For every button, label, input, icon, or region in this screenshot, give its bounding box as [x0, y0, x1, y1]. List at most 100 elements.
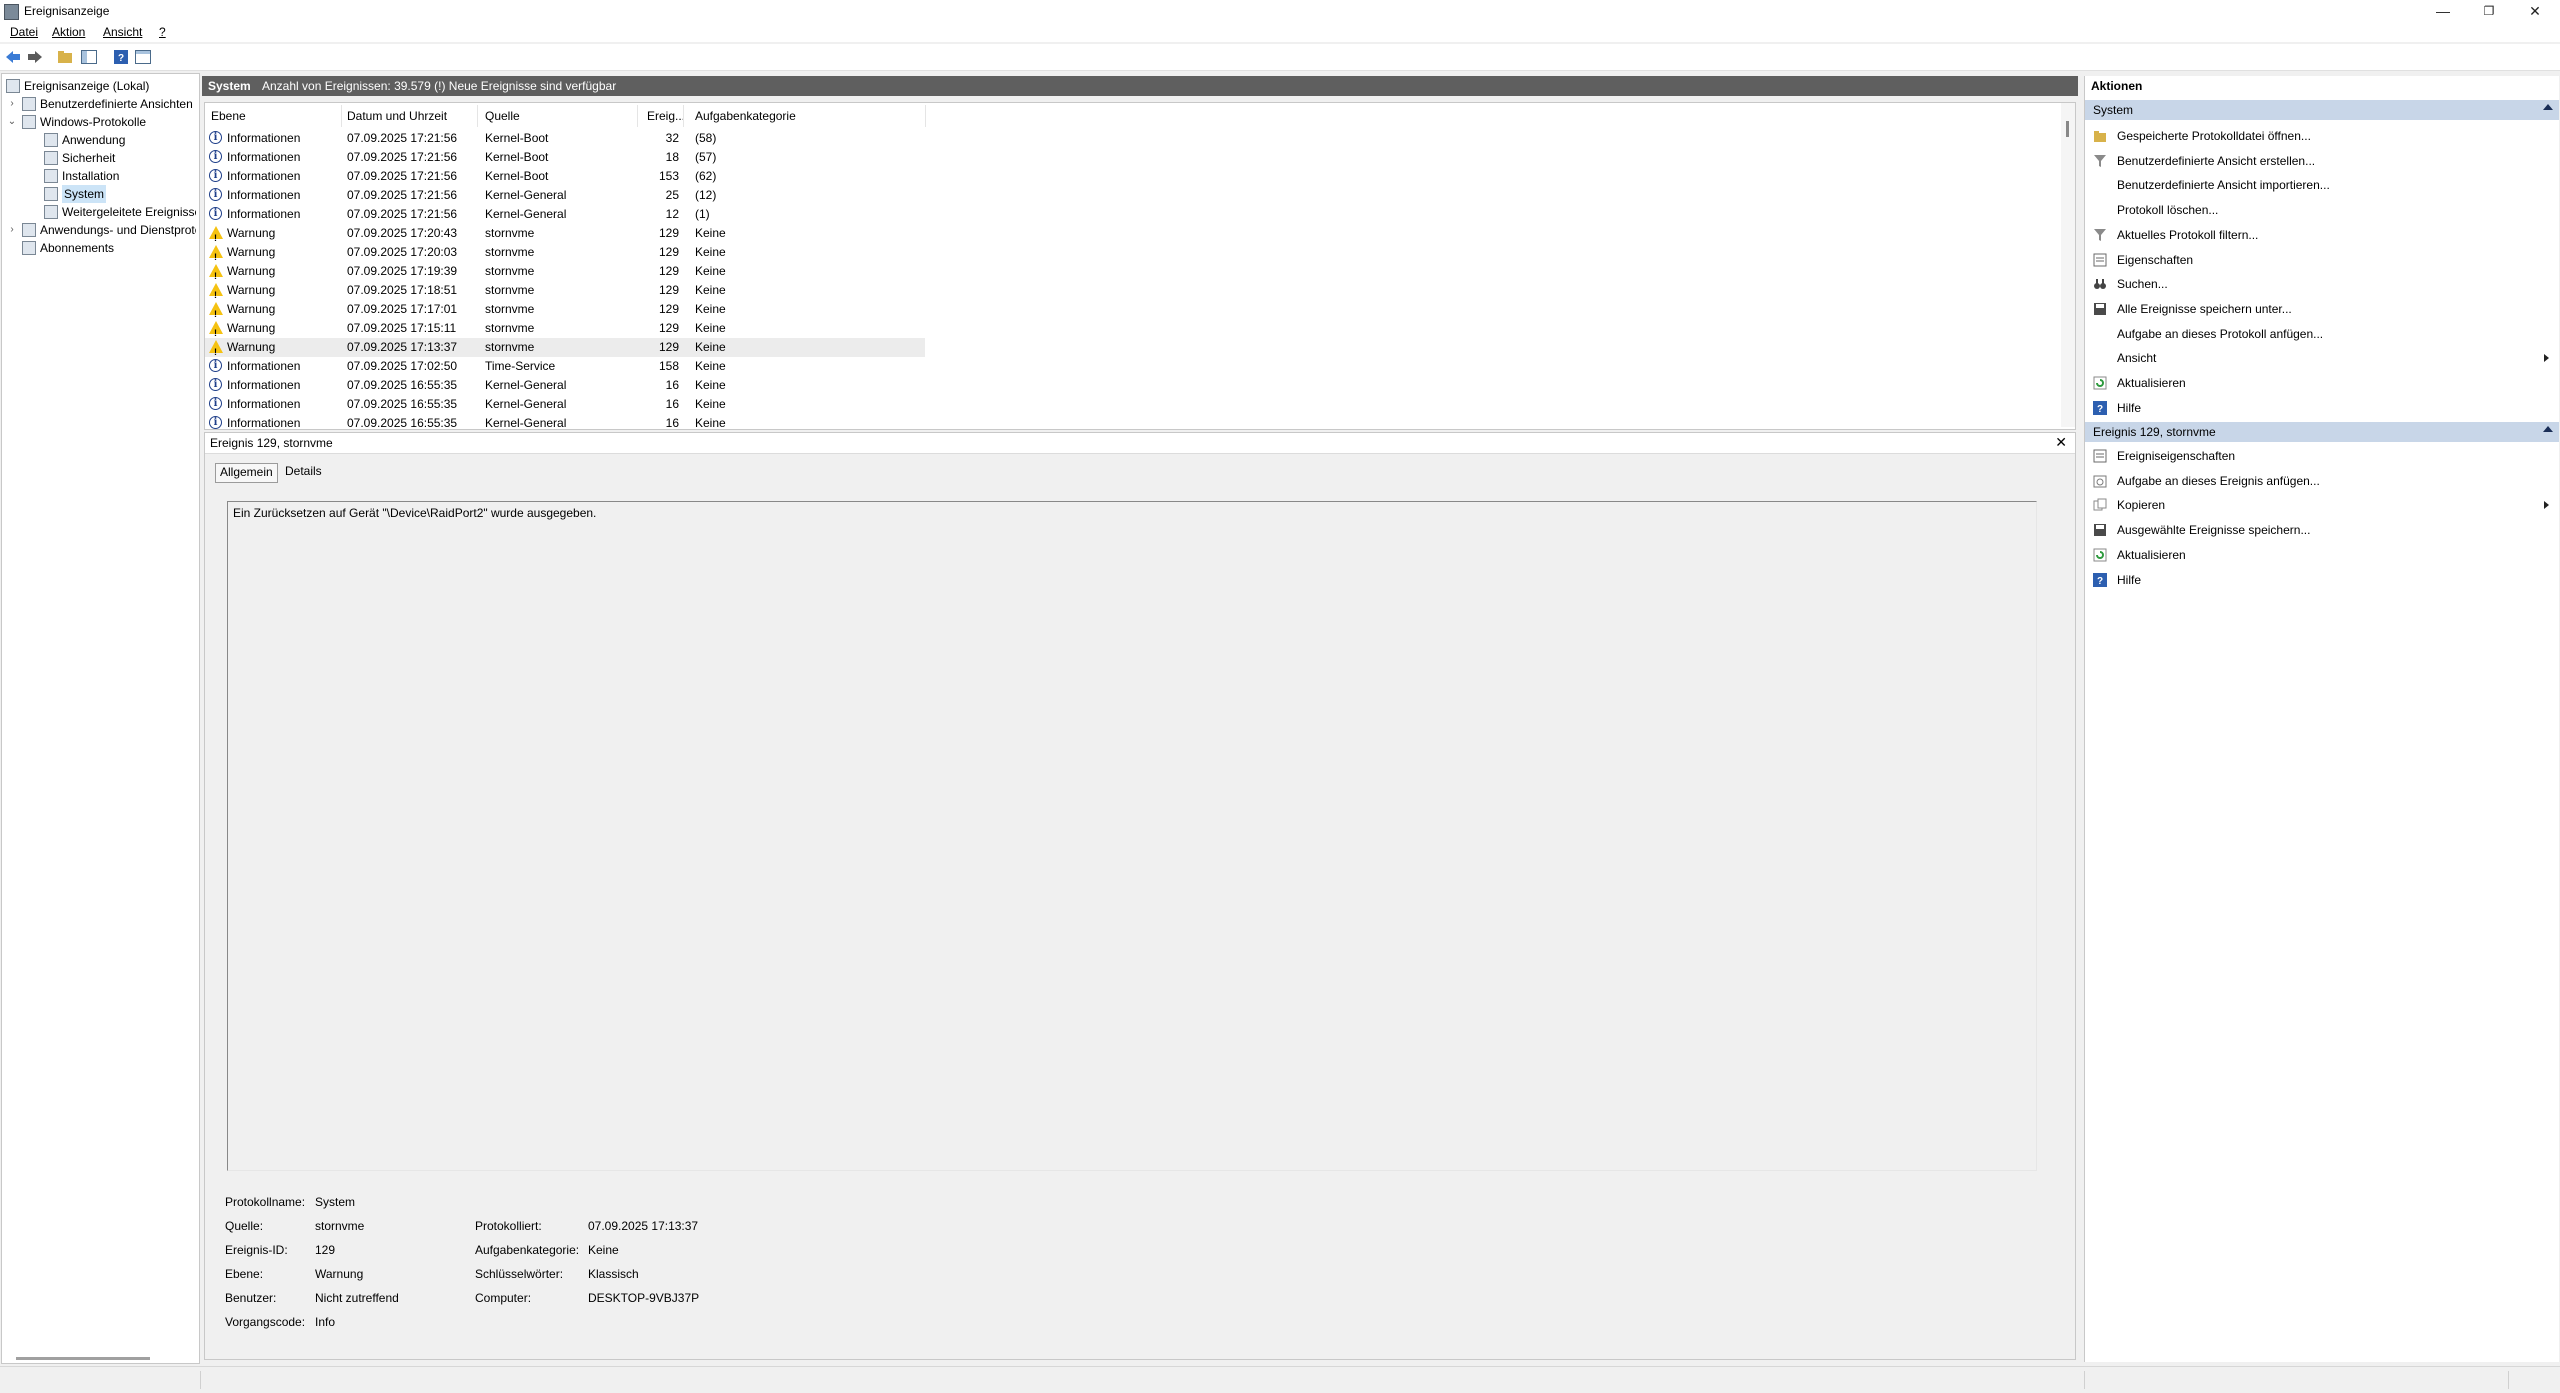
- action-item[interactable]: Kopieren: [2085, 495, 2559, 515]
- menu-help[interactable]: ?: [159, 25, 166, 39]
- event-row[interactable]: i Informationen 07.09.2025 17:02:50 Time-Se…: [205, 357, 925, 376]
- action-item[interactable]: Protokoll löschen...: [2085, 200, 2559, 220]
- action-item[interactable]: Benutzerdefinierte Ansicht erstellen...: [2085, 151, 2559, 171]
- tree-item-installation[interactable]: Installation: [44, 167, 119, 185]
- event-row[interactable]: ! Warnung 07.09.2025 17:20:43 stornvme 129 Ke…: [205, 224, 925, 243]
- action-item[interactable]: Aktuelles Protokoll filtern...: [2085, 225, 2559, 245]
- event-id: 129: [658, 245, 679, 259]
- event-level: Informationen: [227, 169, 301, 183]
- tree-item-anwendung[interactable]: Anwendung: [44, 131, 125, 149]
- event-row[interactable]: ! Warnung 07.09.2025 17:13:37 stornvme 129 Ke…: [205, 338, 925, 357]
- collapse-icon[interactable]: [2543, 104, 2553, 110]
- help-icon[interactable]: ?: [112, 48, 130, 66]
- detail-close-icon[interactable]: ✕: [2055, 434, 2067, 451]
- event-row[interactable]: i Informationen 07.09.2025 16:55:35 Kernel-…: [205, 395, 925, 414]
- up-folder-icon[interactable]: [56, 48, 74, 66]
- help-icon: ?: [2093, 572, 2107, 587]
- event-row[interactable]: ! Warnung 07.09.2025 17:20:03 stornvme 129 Ke…: [205, 243, 925, 262]
- collapse-icon[interactable]: [2543, 426, 2553, 432]
- column-header-event-id[interactable]: Ereig...: [647, 109, 685, 123]
- event-row[interactable]: i Informationen 07.09.2025 16:55:35 Kernel-…: [205, 414, 925, 430]
- action-label: Hilfe: [2117, 400, 2142, 415]
- column-header-task-category[interactable]: Aufgabenkategorie: [695, 109, 796, 123]
- action-item[interactable]: Benutzerdefinierte Ansicht importieren..…: [2085, 175, 2559, 195]
- log-icon: [44, 169, 58, 183]
- action-item[interactable]: Alle Ereignisse speichern unter...: [2085, 299, 2559, 319]
- column-header-source[interactable]: Quelle: [485, 109, 520, 123]
- event-date: 07.09.2025 16:55:35: [347, 416, 458, 430]
- event-row[interactable]: i Informationen 07.09.2025 17:21:56 Kernel-…: [205, 148, 925, 167]
- event-row[interactable]: ! Warnung 07.09.2025 17:17:01 stornvme 129 Ke…: [205, 300, 925, 319]
- label-quelle: Quelle:: [225, 1219, 264, 1233]
- info-icon: i: [209, 416, 222, 429]
- action-item[interactable]: Suchen...: [2085, 274, 2559, 294]
- tree-root[interactable]: Ereignisanzeige (Lokal): [6, 77, 149, 95]
- event-category: (12): [695, 188, 717, 202]
- warning-icon: !: [209, 226, 223, 243]
- actions-pane: Aktionen System Gespeicherte Protokollda…: [2084, 76, 2559, 1362]
- svg-text:?: ?: [2097, 576, 2103, 587]
- action-item[interactable]: Aufgabe an dieses Ereignis anfügen...: [2085, 471, 2559, 491]
- event-row[interactable]: i Informationen 07.09.2025 17:21:56 Kernel-…: [205, 167, 925, 186]
- action-item[interactable]: Ansicht: [2085, 348, 2559, 368]
- close-button[interactable]: ✕: [2512, 0, 2558, 22]
- event-row[interactable]: i Informationen 07.09.2025 16:55:35 Kernel-…: [205, 376, 925, 395]
- event-row[interactable]: ! Warnung 07.09.2025 17:19:39 stornvme 129 Ke…: [205, 262, 925, 281]
- tree-item-subscriptions[interactable]: Abonnements: [22, 239, 114, 257]
- menu-aktion[interactable]: Aktion: [52, 25, 85, 39]
- forward-arrow-icon[interactable]: [26, 48, 44, 66]
- tab-details[interactable]: Details: [281, 463, 326, 481]
- window-title: Ereignisanzeige: [24, 4, 110, 18]
- event-row[interactable]: i Informationen 07.09.2025 17:21:56 Kernel-…: [205, 186, 925, 205]
- column-header-level[interactable]: Ebene: [211, 109, 246, 123]
- chevron-right-icon[interactable]: ›: [7, 98, 17, 109]
- tree-horizontal-scrollbar[interactable]: [16, 1357, 150, 1360]
- tree-item-app-service-logs[interactable]: Anwendungs- und Dienstprotokolle: [22, 221, 196, 239]
- event-row[interactable]: ! Warnung 07.09.2025 17:15:11 stornvme 129 Ke…: [205, 319, 925, 338]
- action-item[interactable]: ? Hilfe: [2085, 398, 2559, 418]
- label-ereignis-id: Ereignis-ID:: [225, 1243, 288, 1257]
- event-row[interactable]: ! Warnung 07.09.2025 17:18:51 stornvme 129 Ke…: [205, 281, 925, 300]
- action-item[interactable]: Ereigniseigenschaften: [2085, 446, 2559, 466]
- event-message-box[interactable]: Ein Zurücksetzen auf Gerät "\Device\Raid…: [227, 501, 2037, 1171]
- tree-item-system[interactable]: System: [44, 185, 107, 203]
- action-item[interactable]: Gespeicherte Protokolldatei öffnen...: [2085, 126, 2559, 146]
- chevron-right-icon[interactable]: ›: [7, 224, 17, 235]
- tree-item-forwarded-events[interactable]: Weitergeleitete Ereignisse: [44, 203, 196, 221]
- event-source: stornvme: [485, 302, 535, 316]
- event-row[interactable]: i Informationen 07.09.2025 17:21:56 Kernel-…: [205, 129, 925, 148]
- label-protokollname: Protokollname:: [225, 1195, 306, 1209]
- actions-section-system[interactable]: System: [2085, 100, 2559, 120]
- menu-datei[interactable]: Datei: [10, 25, 38, 39]
- back-arrow-icon[interactable]: [4, 48, 22, 66]
- action-item[interactable]: Ausgewählte Ereignisse speichern...: [2085, 520, 2559, 540]
- actions-section-event[interactable]: Ereignis 129, stornvme: [2085, 422, 2559, 442]
- folder-icon: [2093, 129, 2107, 143]
- tab-allgemein[interactable]: Allgemein: [215, 463, 278, 483]
- log-icon: [44, 187, 58, 201]
- maximize-button[interactable]: ❐: [2466, 0, 2512, 22]
- action-item[interactable]: Aktualisieren: [2085, 545, 2559, 565]
- event-id: 32: [665, 131, 679, 145]
- minimize-button[interactable]: —: [2420, 0, 2466, 22]
- tree-item-windows-logs[interactable]: Windows-Protokolle: [22, 113, 146, 131]
- column-header-date[interactable]: Datum und Uhrzeit: [347, 109, 447, 123]
- chevron-down-icon[interactable]: ⌄: [7, 116, 17, 127]
- action-item[interactable]: Eigenschaften: [2085, 250, 2559, 270]
- event-level: Informationen: [227, 131, 301, 145]
- event-source: stornvme: [485, 245, 535, 259]
- action-item[interactable]: Aufgabe an dieses Protokoll anfügen...: [2085, 324, 2559, 344]
- show-hide-tree-icon[interactable]: [80, 48, 98, 66]
- menu-ansicht[interactable]: Ansicht: [103, 25, 142, 39]
- event-source: stornvme: [485, 321, 535, 335]
- show-hide-actions-icon[interactable]: [134, 48, 152, 66]
- action-item[interactable]: ? Hilfe: [2085, 570, 2559, 590]
- event-date: 07.09.2025 17:21:56: [347, 188, 458, 202]
- event-list-scrollbar[interactable]: [2061, 103, 2075, 427]
- tree-item-sicherheit[interactable]: Sicherheit: [44, 149, 115, 167]
- event-source: Kernel-General: [485, 378, 567, 392]
- action-item[interactable]: Aktualisieren: [2085, 373, 2559, 393]
- info-icon: i: [209, 207, 222, 220]
- event-row[interactable]: i Informationen 07.09.2025 17:21:56 Kernel-…: [205, 205, 925, 224]
- tree-item-custom-views[interactable]: Benutzerdefinierte Ansichten: [22, 95, 193, 113]
